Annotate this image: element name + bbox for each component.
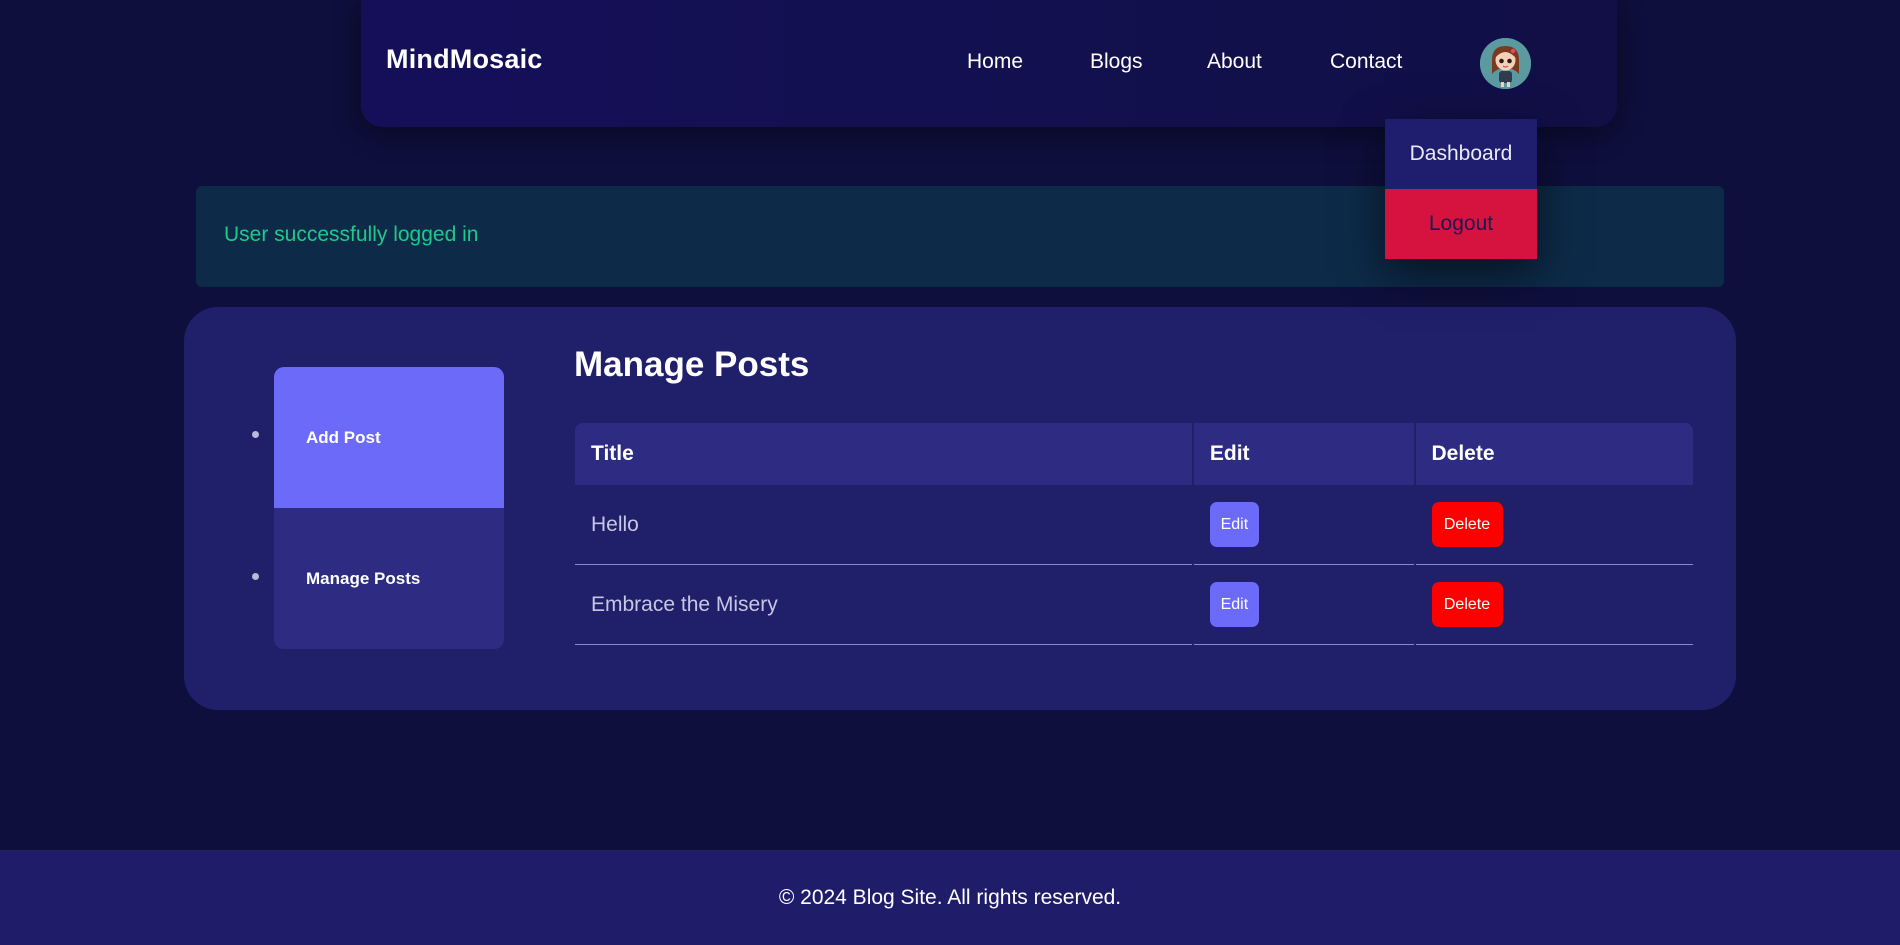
post-title-cell: Hello (575, 485, 1192, 565)
edit-button[interactable]: Edit (1209, 582, 1259, 627)
logout-menu-item[interactable]: Logout (1385, 189, 1537, 259)
delete-cell: Delete (1415, 485, 1694, 565)
list-bullet (252, 431, 259, 438)
post-title-cell: Embrace the Misery (575, 565, 1192, 645)
dashboard-card: Add Post Manage Posts Manage Posts Title… (184, 307, 1736, 710)
sidebar-item-manage-posts[interactable]: Manage Posts (274, 508, 504, 649)
nav-link-contact[interactable]: Contact (1330, 50, 1402, 74)
alert-message: User successfully logged in (224, 223, 479, 246)
table-row: Embrace the Misery Edit Delete (575, 565, 1694, 645)
posts-table: Title Edit Delete Hello Edit Delete Embr… (575, 423, 1694, 645)
footer-copyright: © 2024 Blog Site. All rights reserved. (778, 886, 1122, 909)
column-header-edit: Edit (1193, 423, 1414, 485)
user-dropdown-menu: Dashboard Logout (1385, 119, 1537, 259)
edit-cell: Edit (1193, 485, 1414, 565)
column-header-title: Title (575, 423, 1192, 485)
sidebar-item-add-post[interactable]: Add Post (274, 367, 504, 508)
delete-button[interactable]: Delete (1431, 582, 1503, 627)
table-header-row: Title Edit Delete (575, 423, 1694, 485)
nav-link-home[interactable]: Home (967, 50, 1023, 74)
edit-cell: Edit (1193, 565, 1414, 645)
delete-cell: Delete (1415, 565, 1694, 645)
page-title: Manage Posts (574, 345, 810, 384)
column-header-delete: Delete (1415, 423, 1694, 485)
site-header: MindMosaic Home Blogs About Contact (361, 0, 1617, 127)
site-logo[interactable]: MindMosaic (386, 44, 543, 75)
user-avatar-icon[interactable] (1480, 38, 1531, 89)
table-row: Hello Edit Delete (575, 485, 1694, 565)
site-footer: © 2024 Blog Site. All rights reserved. (0, 850, 1900, 945)
nav-link-about[interactable]: About (1207, 50, 1262, 74)
dashboard-sidebar: Add Post Manage Posts (274, 367, 504, 649)
list-bullet (252, 573, 259, 580)
dashboard-menu-item[interactable]: Dashboard (1385, 119, 1537, 189)
nav-link-blogs[interactable]: Blogs (1090, 50, 1143, 74)
edit-button[interactable]: Edit (1209, 502, 1259, 547)
delete-button[interactable]: Delete (1431, 502, 1503, 547)
